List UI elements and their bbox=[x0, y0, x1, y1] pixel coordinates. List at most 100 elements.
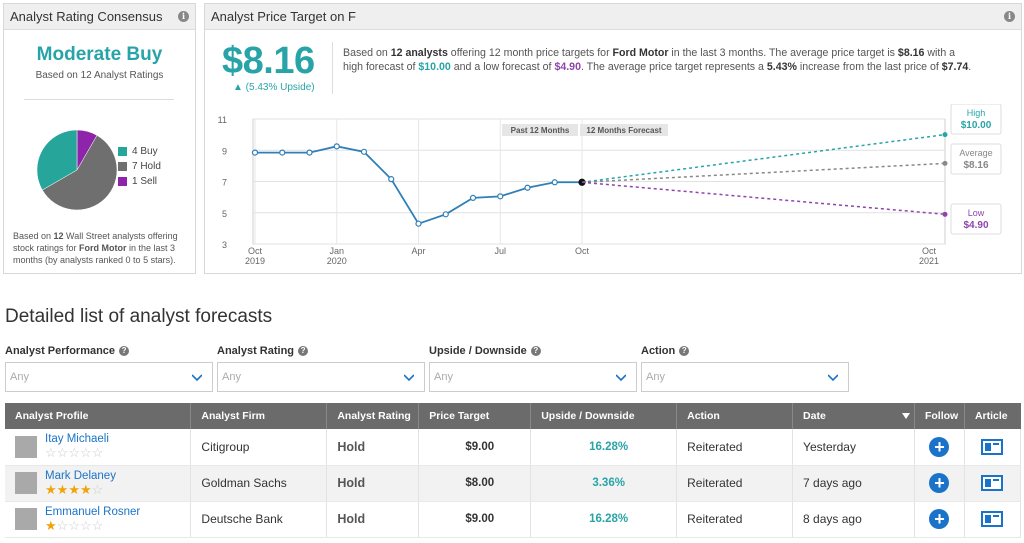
table-row: Emmanuel Rosner ★☆☆☆☆ Deutsche Bank Hold … bbox=[5, 501, 1022, 538]
action: Reiterated bbox=[676, 465, 794, 502]
info-icon[interactable]: i bbox=[1004, 11, 1015, 22]
help-icon[interactable]: ? bbox=[119, 346, 130, 356]
follow-button[interactable]: + bbox=[929, 473, 950, 493]
table-header-row: Analyst Profile Analyst Firm Analyst Rat… bbox=[5, 403, 1021, 429]
filter-analyst-rating: Analyst Rating? Any bbox=[217, 343, 425, 392]
price-target: $8.00 bbox=[418, 465, 532, 502]
action: Reiterated bbox=[676, 501, 794, 538]
summary-text: . bbox=[968, 61, 972, 73]
summary-text: offering 12 month price targets for bbox=[447, 47, 613, 59]
rating-consensus-title: Analyst Rating Consensus bbox=[10, 9, 163, 24]
filter-action: Action? Any bbox=[641, 343, 849, 392]
analyst-profile: Emmanuel Rosner ★☆☆☆☆ bbox=[15, 506, 190, 533]
period-label: Past 12 Months bbox=[511, 126, 570, 135]
history-point bbox=[251, 149, 259, 156]
forecast-line bbox=[581, 162, 946, 184]
consensus-footnote: Based on 12 Wall Street analysts offerin… bbox=[13, 230, 193, 266]
analyst-rating: Hold bbox=[326, 429, 420, 466]
analyst-rating: Hold bbox=[326, 465, 420, 502]
forecast-value: $10.00 bbox=[961, 120, 992, 131]
legend-swatch bbox=[118, 162, 127, 171]
rating-pie-chart bbox=[36, 129, 118, 211]
forecast-name: High bbox=[967, 108, 986, 118]
summary-average: $8.16 bbox=[897, 47, 925, 59]
forecast-point bbox=[942, 160, 948, 166]
col-date[interactable]: Date bbox=[792, 403, 915, 429]
history-point bbox=[497, 193, 504, 200]
follow-button[interactable]: + bbox=[929, 436, 950, 457]
select-value: Any bbox=[646, 371, 665, 383]
star-filled-icon: ★ bbox=[68, 481, 80, 497]
legend-swatch bbox=[118, 147, 127, 156]
analyst-rating-select[interactable]: Any bbox=[217, 362, 425, 392]
footnote-text: Based on bbox=[13, 231, 54, 241]
article-icon[interactable] bbox=[981, 511, 1004, 527]
forecast-line bbox=[581, 181, 946, 216]
upside-value: 16.28% bbox=[530, 429, 678, 466]
legend-label: 4 Buy bbox=[132, 146, 158, 157]
table-row: Mark Delaney ★★★★☆ Goldman Sachs Hold $8.… bbox=[5, 465, 1022, 502]
avatar[interactable] bbox=[15, 435, 37, 458]
footnote-count: 12 bbox=[53, 231, 64, 241]
star-empty-icon: ☆ bbox=[91, 517, 104, 533]
history-point bbox=[524, 184, 531, 191]
avatar[interactable] bbox=[15, 472, 37, 494]
col-follow: Follow bbox=[914, 403, 965, 429]
x-tick-label: 2019 bbox=[245, 256, 265, 266]
rating-legend: 4 Buy 7 Hold 1 Sell bbox=[118, 144, 161, 189]
help-icon[interactable]: ? bbox=[298, 346, 309, 356]
divider bbox=[24, 99, 174, 100]
x-tick-label: Oct bbox=[922, 246, 937, 256]
analyst-performance-select[interactable]: Any bbox=[5, 362, 213, 392]
col-action[interactable]: Action bbox=[676, 403, 794, 429]
x-tick-label: Apr bbox=[411, 246, 425, 256]
summary-text: . The average price target represents a bbox=[580, 61, 767, 73]
x-tick-label: Jan bbox=[329, 246, 344, 256]
rating-consensus-header: Analyst Rating Consensus i bbox=[4, 4, 195, 30]
upside-downside-select[interactable]: Any bbox=[429, 362, 637, 392]
summary-high: $10.00 bbox=[418, 61, 451, 73]
y-tick-label: 7 bbox=[222, 178, 227, 188]
col-analyst-rating[interactable]: Analyst Rating bbox=[326, 403, 420, 429]
info-icon[interactable]: i bbox=[178, 11, 189, 22]
star-rating: ☆☆☆☆☆ bbox=[45, 446, 109, 460]
article-icon[interactable] bbox=[981, 475, 1004, 491]
y-tick-label: 11 bbox=[218, 115, 227, 125]
history-point bbox=[388, 176, 395, 183]
select-value: Any bbox=[10, 371, 29, 383]
col-upside-downside[interactable]: Upside / Downside bbox=[530, 403, 678, 429]
filter-label-text: Upside / Downside bbox=[429, 345, 527, 357]
x-tick-label: Oct bbox=[248, 246, 263, 256]
help-icon[interactable]: ? bbox=[530, 346, 541, 356]
article-cell bbox=[964, 429, 1022, 466]
follow-cell: + bbox=[914, 501, 965, 538]
help-icon[interactable]: ? bbox=[679, 346, 690, 356]
action-select[interactable]: Any bbox=[641, 362, 849, 392]
history-point bbox=[551, 179, 558, 186]
summary-text: and a low forecast of bbox=[450, 61, 555, 73]
star-empty-icon: ☆ bbox=[91, 481, 104, 497]
star-empty-icon: ☆ bbox=[91, 445, 104, 461]
legend-label: 1 Sell bbox=[132, 176, 158, 187]
history-point bbox=[306, 149, 313, 156]
summary-company: Ford Motor bbox=[612, 47, 669, 59]
filter-label: Action? bbox=[641, 343, 849, 359]
article-icon[interactable] bbox=[981, 438, 1004, 455]
y-tick-label: 3 bbox=[222, 240, 227, 250]
filter-label-text: Analyst Performance bbox=[5, 345, 116, 357]
legend-hold: 7 Hold bbox=[118, 159, 161, 174]
summary-text: increase from the last price of bbox=[796, 61, 942, 73]
upside-percent: ▲ (5.43% Upside) bbox=[233, 82, 315, 93]
col-analyst-profile[interactable]: Analyst Profile bbox=[5, 403, 192, 429]
col-analyst-firm[interactable]: Analyst Firm bbox=[190, 403, 328, 429]
follow-button[interactable]: + bbox=[929, 509, 950, 529]
analyst-profile-cell: Itay Michaeli ☆☆☆☆☆ bbox=[5, 429, 192, 466]
forecast-point bbox=[942, 132, 948, 138]
avatar[interactable] bbox=[15, 508, 37, 530]
follow-cell: + bbox=[914, 465, 965, 502]
col-price-target[interactable]: Price Target bbox=[418, 403, 532, 429]
filter-analyst-performance: Analyst Performance? Any bbox=[5, 343, 213, 392]
date: 7 days ago bbox=[792, 465, 915, 502]
analyst-profile-cell: Emmanuel Rosner ★☆☆☆☆ bbox=[5, 501, 192, 538]
average-price-target: $8.16 bbox=[222, 40, 315, 82]
